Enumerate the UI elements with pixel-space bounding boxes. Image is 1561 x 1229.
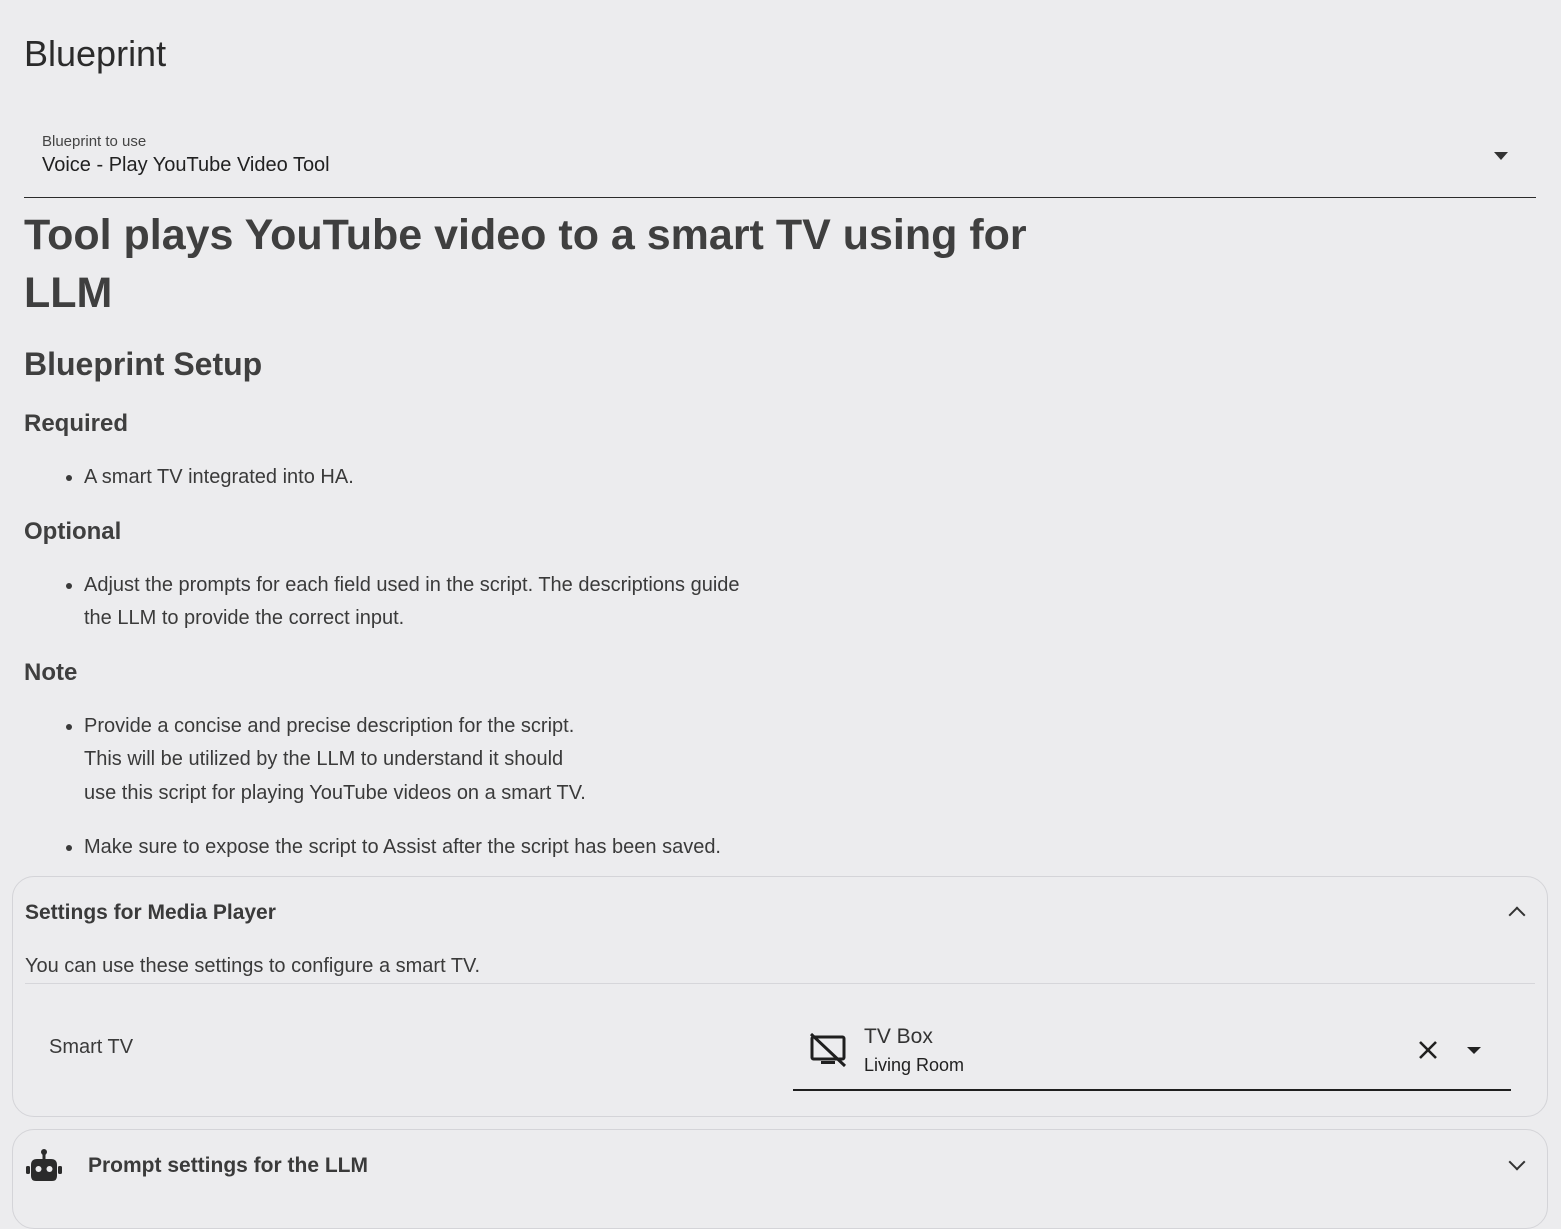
- list-item: Make sure to expose the script to Assist…: [84, 831, 1124, 865]
- list-item: Adjust the prompts for each field used i…: [84, 569, 1124, 636]
- required-heading: Required: [24, 410, 129, 437]
- clear-icon[interactable]: [1415, 1037, 1441, 1063]
- note-heading: Note: [24, 658, 78, 686]
- smart-tv-entity-picker[interactable]: TV Box Living Room: [793, 1009, 1511, 1091]
- blueprint-select-label: Blueprint to use: [42, 133, 147, 150]
- description-heading: Tool plays YouTube video to a smart TV u…: [24, 211, 1027, 317]
- media-panel-subtitle: You can use these settings to configure …: [25, 955, 481, 977]
- entity-name: TV Box: [864, 1025, 933, 1048]
- dropdown-arrow-icon[interactable]: [1467, 1047, 1481, 1054]
- list-item: Provide a concise and precise descriptio…: [84, 710, 1124, 811]
- list-item: A smart TV integrated into HA.: [84, 461, 1124, 495]
- section-title: Blueprint: [24, 33, 167, 74]
- chevron-up-icon[interactable]: [1508, 906, 1526, 924]
- blueprint-select[interactable]: Blueprint to use Voice - Play YouTube Vi…: [24, 116, 1536, 198]
- smart-tv-label: Smart TV: [49, 1036, 134, 1058]
- optional-heading: Optional: [24, 517, 122, 545]
- television-off-icon: [809, 1033, 847, 1067]
- setup-heading: Blueprint Setup: [24, 346, 263, 382]
- llm-prompt-settings-panel[interactable]: Prompt settings for the LLM: [12, 1129, 1548, 1229]
- llm-panel-title: Prompt settings for the LLM: [88, 1154, 368, 1177]
- media-panel-title[interactable]: Settings for Media Player: [25, 901, 276, 925]
- blueprint-description: Tool plays YouTube video to a smart TV u…: [24, 206, 1124, 865]
- robot-icon: [26, 1149, 62, 1181]
- divider: [25, 983, 1535, 984]
- media-player-settings-panel: Settings for Media Player You can use th…: [12, 876, 1548, 1117]
- blueprint-select-value: Voice - Play YouTube Video Tool: [42, 154, 330, 176]
- chevron-down-icon[interactable]: [1508, 1153, 1526, 1171]
- dropdown-arrow-icon[interactable]: [1494, 152, 1508, 160]
- entity-area: Living Room: [864, 1055, 965, 1075]
